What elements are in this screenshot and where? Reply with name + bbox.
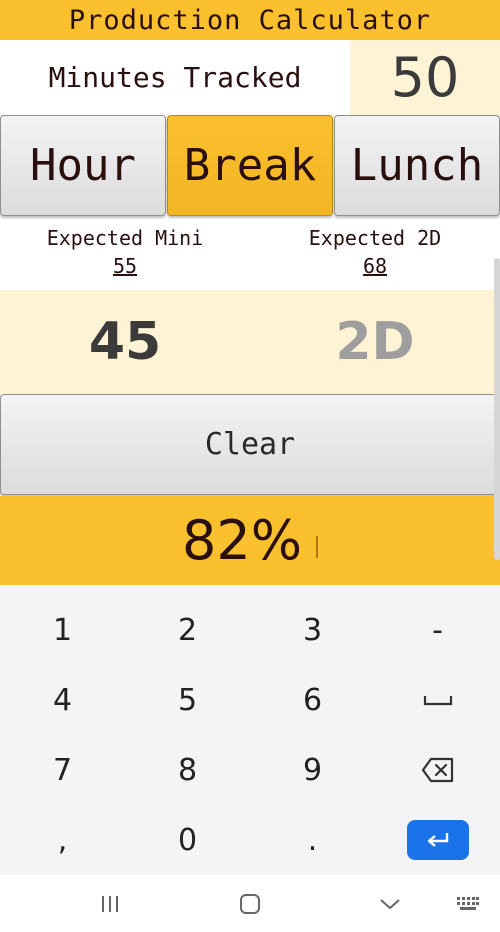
key-1[interactable]: 1	[0, 595, 125, 665]
key-space[interactable]	[375, 665, 500, 735]
clear-button[interactable]: Clear	[0, 394, 500, 495]
keyboard-switch-button[interactable]	[428, 875, 500, 932]
enter-icon	[427, 833, 448, 847]
expected-row: Expected Mini 55 Expected 2D 68	[0, 220, 500, 290]
recent-apps-icon	[102, 895, 118, 912]
key-period[interactable]: .	[250, 805, 375, 875]
key-2[interactable]: 2	[125, 595, 250, 665]
key-enter[interactable]	[375, 805, 500, 875]
back-button[interactable]	[350, 875, 430, 932]
backspace-icon	[421, 757, 453, 783]
key-minus[interactable]: -	[375, 595, 500, 665]
expected-2d-value: 68	[362, 254, 388, 278]
key-backspace[interactable]	[375, 735, 500, 805]
key-5[interactable]: 5	[125, 665, 250, 735]
key-4[interactable]: 4	[0, 665, 125, 735]
back-icon	[380, 898, 400, 909]
key-0[interactable]: 0	[125, 805, 250, 875]
key-comma[interactable]: ,	[0, 805, 125, 875]
expected-2d-label: Expected 2D	[308, 226, 442, 250]
break-button[interactable]: Break	[167, 115, 333, 216]
enter-button-bg	[406, 820, 469, 860]
key-6[interactable]: 6	[250, 665, 375, 735]
expected-mini-value: 55	[112, 254, 138, 278]
key-3[interactable]: 3	[250, 595, 375, 665]
space-icon	[423, 696, 452, 706]
expected-2d: Expected 2D 68	[250, 220, 500, 278]
lunch-button[interactable]: Lunch	[334, 115, 500, 216]
minutes-tracked-row: Minutes Tracked 50	[0, 40, 500, 115]
numeric-keyboard: 1 2 3 - 4 5 6 7 8 9 , 0 .	[0, 585, 500, 875]
mode-button-row: Hour Break Lunch	[0, 114, 500, 218]
percentage-value: 82%	[181, 509, 303, 572]
home-icon	[240, 893, 260, 914]
percentage-result: 82%	[0, 496, 500, 585]
expected-mini-label: Expected Mini	[46, 226, 204, 250]
app-title: Production Calculator	[68, 4, 432, 36]
2d-count-input[interactable]: 2D	[250, 290, 500, 394]
minutes-tracked-field[interactable]: 50	[350, 40, 500, 115]
expected-mini: Expected Mini 55	[0, 220, 250, 278]
key-8[interactable]: 8	[125, 735, 250, 805]
minutes-tracked-label: Minutes Tracked	[48, 61, 302, 94]
app-title-bar: Production Calculator	[0, 0, 500, 40]
home-button[interactable]	[210, 875, 290, 932]
key-9[interactable]: 9	[250, 735, 375, 805]
mini-count-input[interactable]: 45	[0, 290, 250, 394]
text-cursor	[316, 535, 319, 558]
keyboard-icon	[457, 896, 479, 910]
count-inputs-row: 45 2D	[0, 290, 500, 394]
key-7[interactable]: 7	[0, 735, 125, 805]
hour-button[interactable]: Hour	[0, 115, 166, 216]
scrollbar[interactable]	[494, 258, 500, 560]
system-nav-bar	[0, 875, 500, 932]
recent-apps-button[interactable]	[70, 875, 150, 932]
